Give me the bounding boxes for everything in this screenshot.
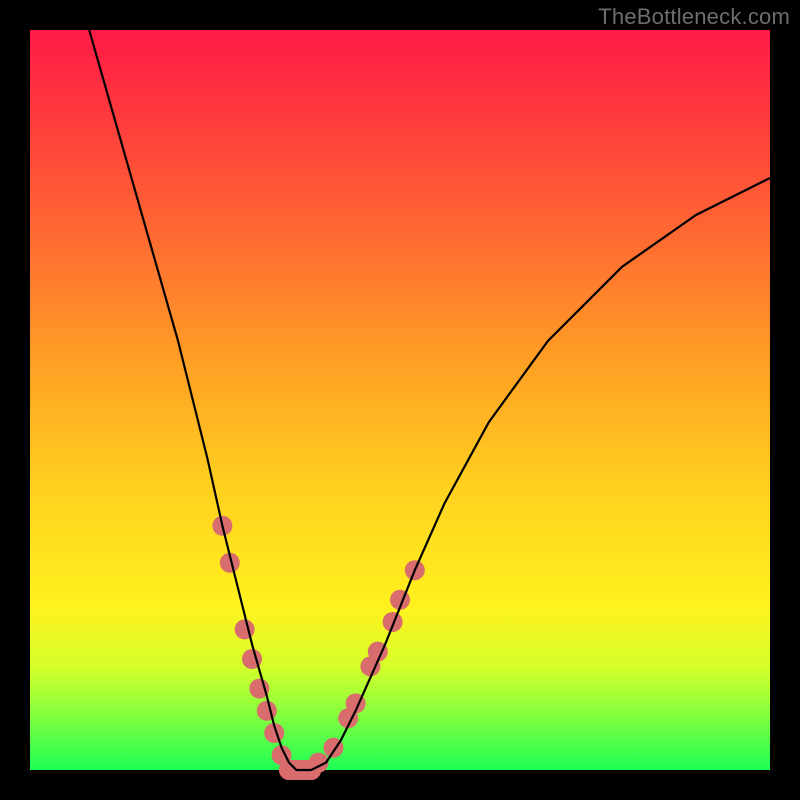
watermark-text: TheBottleneck.com — [598, 4, 790, 30]
marker-dot — [383, 612, 403, 632]
marker-group — [212, 516, 424, 780]
plot-area — [30, 30, 770, 770]
curve-svg — [30, 30, 770, 770]
bottleneck-curve — [89, 30, 770, 770]
marker-dot — [257, 701, 277, 721]
chart-frame: TheBottleneck.com — [0, 0, 800, 800]
marker-dot — [235, 619, 255, 639]
